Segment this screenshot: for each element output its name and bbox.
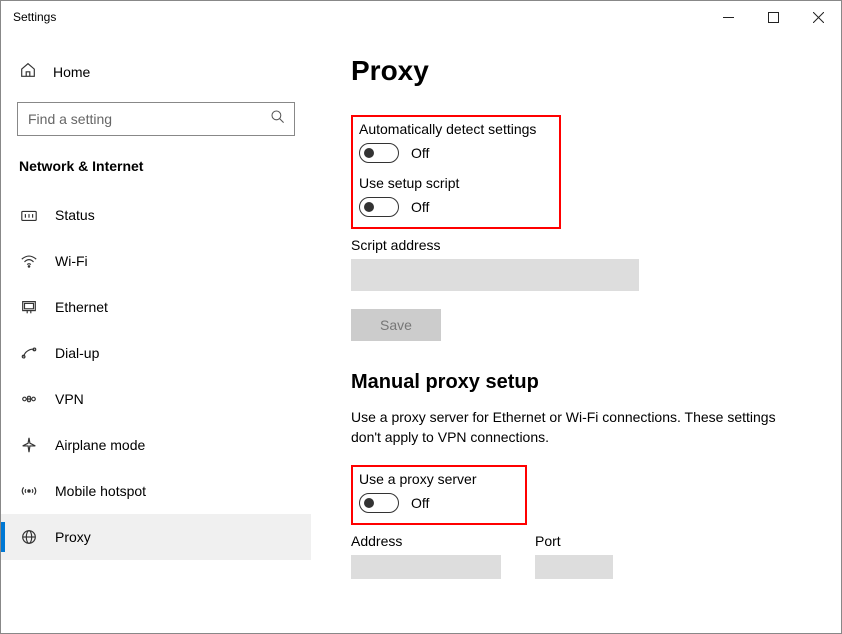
section-title: Network & Internet bbox=[1, 154, 311, 192]
sidebar: Home Network & Internet Status Wi-Fi bbox=[1, 33, 311, 633]
setup-script-label: Use setup script bbox=[359, 175, 551, 191]
home-icon bbox=[19, 61, 37, 82]
sidebar-item-proxy[interactable]: Proxy bbox=[1, 514, 311, 560]
port-input[interactable] bbox=[535, 555, 613, 579]
use-proxy-state: Off bbox=[411, 495, 429, 511]
proxy-icon bbox=[19, 528, 39, 546]
sidebar-item-hotspot[interactable]: Mobile hotspot bbox=[1, 468, 311, 514]
sidebar-item-vpn[interactable]: VPN bbox=[1, 376, 311, 422]
system-buttons bbox=[706, 2, 841, 32]
save-button[interactable]: Save bbox=[351, 309, 441, 341]
auto-detect-toggle[interactable] bbox=[359, 143, 399, 163]
address-input[interactable] bbox=[351, 555, 501, 579]
sidebar-item-label: Proxy bbox=[55, 529, 91, 545]
sidebar-item-label: Dial-up bbox=[55, 345, 99, 361]
sidebar-item-label: Wi-Fi bbox=[55, 253, 88, 269]
page-title: Proxy bbox=[351, 55, 809, 87]
sidebar-item-label: Airplane mode bbox=[55, 437, 145, 453]
highlight-box-proxy: Use a proxy server Off bbox=[351, 465, 527, 525]
sidebar-item-wifi[interactable]: Wi-Fi bbox=[1, 238, 311, 284]
main-content: Proxy Automatically detect settings Off … bbox=[311, 33, 841, 633]
use-proxy-label: Use a proxy server bbox=[359, 471, 517, 487]
home-link[interactable]: Home bbox=[1, 55, 311, 94]
sidebar-item-label: VPN bbox=[55, 391, 84, 407]
search-icon bbox=[270, 109, 286, 130]
script-address-input[interactable] bbox=[351, 259, 639, 291]
ethernet-icon bbox=[19, 298, 39, 316]
airplane-icon bbox=[19, 436, 39, 454]
use-proxy-toggle[interactable] bbox=[359, 493, 399, 513]
close-button[interactable] bbox=[796, 2, 841, 32]
search-input-wrap[interactable] bbox=[17, 102, 295, 136]
status-icon bbox=[19, 206, 39, 224]
sidebar-item-status[interactable]: Status bbox=[1, 192, 311, 238]
vpn-icon bbox=[19, 390, 39, 408]
hotspot-icon bbox=[19, 482, 39, 500]
save-button-label: Save bbox=[380, 317, 412, 333]
sidebar-item-dialup[interactable]: Dial-up bbox=[1, 330, 311, 376]
home-label: Home bbox=[53, 64, 90, 80]
manual-heading: Manual proxy setup bbox=[351, 371, 809, 394]
address-label: Address bbox=[351, 533, 501, 549]
dialup-icon bbox=[19, 344, 39, 362]
sidebar-item-label: Mobile hotspot bbox=[55, 483, 146, 499]
script-address-label: Script address bbox=[351, 237, 809, 253]
auto-detect-label: Automatically detect settings bbox=[359, 121, 551, 137]
search-input[interactable] bbox=[28, 111, 270, 127]
highlight-box-auto: Automatically detect settings Off Use se… bbox=[351, 115, 561, 229]
window-title: Settings bbox=[13, 10, 56, 24]
sidebar-item-label: Ethernet bbox=[55, 299, 108, 315]
setup-script-toggle[interactable] bbox=[359, 197, 399, 217]
manual-help-text: Use a proxy server for Ethernet or Wi-Fi… bbox=[351, 408, 809, 447]
maximize-button[interactable] bbox=[751, 2, 796, 32]
sidebar-item-airplane[interactable]: Airplane mode bbox=[1, 422, 311, 468]
wifi-icon bbox=[19, 252, 39, 270]
sidebar-item-label: Status bbox=[55, 207, 95, 223]
minimize-button[interactable] bbox=[706, 2, 751, 32]
port-label: Port bbox=[535, 533, 613, 549]
sidebar-item-ethernet[interactable]: Ethernet bbox=[1, 284, 311, 330]
setup-script-state: Off bbox=[411, 199, 429, 215]
auto-detect-state: Off bbox=[411, 145, 429, 161]
